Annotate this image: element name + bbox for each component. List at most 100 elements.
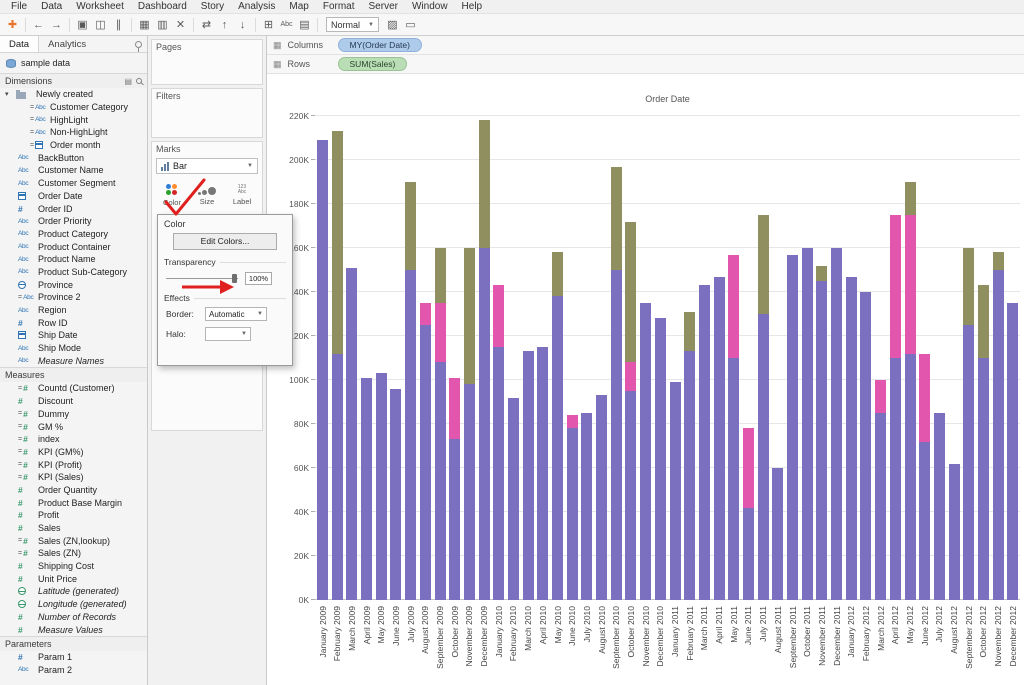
bar-segment[interactable] <box>904 182 916 215</box>
menu-format[interactable]: Format <box>316 0 362 14</box>
tab-data[interactable]: Data <box>0 36 40 52</box>
bar-segment[interactable] <box>889 215 901 358</box>
dimension-field[interactable]: ▾ Newly created <box>0 88 147 101</box>
parameter-field[interactable]: Abc Param 2 <box>0 664 147 677</box>
bar-segment[interactable] <box>919 353 931 442</box>
halo-dropdown[interactable]: ▼ <box>205 327 251 341</box>
bar-segment[interactable] <box>552 296 563 600</box>
bar-segment[interactable] <box>449 439 461 600</box>
columns-pill[interactable]: MY(Order Date) <box>337 38 422 52</box>
bar-segment[interactable] <box>933 413 945 600</box>
bar-segment[interactable] <box>919 441 931 600</box>
bar-segment[interactable] <box>816 265 828 281</box>
parameter-field[interactable]: # Param 1 <box>0 651 147 664</box>
edit-colors-button[interactable]: Edit Colors... <box>173 233 277 250</box>
dimension-field[interactable]: Abc BackButton <box>0 151 147 164</box>
rows-shelf[interactable]: ▦ Rows SUM(Sales) <box>267 55 1024 74</box>
measure-field[interactable]: Longitude (generated) <box>0 598 147 611</box>
bar-segment[interactable] <box>948 463 960 600</box>
bar-segment[interactable] <box>845 276 857 600</box>
menu-story[interactable]: Story <box>194 0 231 14</box>
data-connection[interactable]: sample data <box>0 53 147 73</box>
dimension-field[interactable]: Province <box>0 278 147 291</box>
dimension-field[interactable]: Abc Region <box>0 304 147 317</box>
tab-analytics[interactable]: Analytics <box>39 36 95 52</box>
slider-handle[interactable] <box>232 274 237 283</box>
measure-field[interactable]: # Order Quantity <box>0 484 147 497</box>
measure-field[interactable]: # Sales <box>0 522 147 535</box>
bar-segment[interactable] <box>669 382 681 600</box>
measure-field[interactable]: = # GM % <box>0 420 147 433</box>
redo-icon[interactable]: → <box>48 17 65 33</box>
bar-segment[interactable] <box>698 285 710 600</box>
bar-segment[interactable] <box>757 215 769 314</box>
sort-descending-icon[interactable]: ↓ <box>234 17 251 33</box>
filters-shelf[interactable]: Filters <box>151 88 263 138</box>
bar-segment[interactable] <box>361 377 373 600</box>
bar-segment[interactable] <box>610 166 622 270</box>
bar-segment[interactable] <box>434 248 446 303</box>
expander-icon[interactable]: ▾ <box>5 90 13 98</box>
menu-window[interactable]: Window <box>405 0 455 14</box>
measure-field[interactable]: = # KPI (GM%) <box>0 446 147 459</box>
undo-icon[interactable]: ← <box>30 17 47 33</box>
bar-segment[interactable] <box>419 303 431 325</box>
view-options-icon[interactable]: ▤ <box>124 77 132 86</box>
menu-map[interactable]: Map <box>282 0 315 14</box>
sort-ascending-icon[interactable]: ↑ <box>216 17 233 33</box>
bar-segment[interactable] <box>449 377 461 440</box>
bar-segment[interactable] <box>566 428 578 600</box>
bar-segment[interactable] <box>346 267 358 600</box>
bar-segment[interactable] <box>625 221 637 363</box>
measure-field[interactable]: = # KPI (Sales) <box>0 471 147 484</box>
bar-segment[interactable] <box>493 347 505 600</box>
dimension-field[interactable]: Order Date <box>0 190 147 203</box>
bar-segment[interactable] <box>552 252 563 297</box>
dimension-field[interactable]: # Row ID <box>0 316 147 329</box>
bar-segment[interactable] <box>742 507 754 600</box>
bar-segment[interactable] <box>816 281 828 600</box>
dimension-field[interactable]: Abc Product Container <box>0 240 147 253</box>
measure-field[interactable]: # Unit Price <box>0 572 147 585</box>
bar-segment[interactable] <box>507 397 519 600</box>
pin-icon[interactable] <box>135 40 142 52</box>
bar-segment[interactable] <box>728 254 740 358</box>
swap-icon[interactable]: ⇄ <box>198 17 215 33</box>
bar-segment[interactable] <box>640 303 652 600</box>
dimension-field[interactable]: Abc Ship Mode <box>0 342 147 355</box>
dimension-field[interactable]: = Abc Province 2 <box>0 291 147 304</box>
bar-segment[interactable] <box>566 415 578 429</box>
bar-segment[interactable] <box>963 248 975 325</box>
bar-segment[interactable] <box>889 358 901 600</box>
dimension-field[interactable]: Abc Product Category <box>0 228 147 241</box>
bar-segment[interactable] <box>331 353 343 600</box>
bar-segment[interactable] <box>493 285 505 347</box>
bar-segment[interactable] <box>801 248 813 600</box>
dimension-field[interactable]: = Abc Customer Category <box>0 101 147 114</box>
bar-segment[interactable] <box>405 270 417 600</box>
bar-segment[interactable] <box>772 468 784 600</box>
pages-shelf[interactable]: Pages <box>151 39 263 85</box>
measure-field[interactable]: # Measure Values <box>0 623 147 636</box>
bar-segment[interactable] <box>904 215 916 354</box>
menu-worksheet[interactable]: Worksheet <box>69 0 131 14</box>
group-members-icon[interactable]: ⊞ <box>260 17 277 33</box>
bar-segment[interactable] <box>831 248 843 600</box>
bar-segment[interactable] <box>860 292 872 600</box>
bar-segment[interactable] <box>904 353 916 600</box>
bar-segment[interactable] <box>963 325 975 600</box>
clear-sheet-icon[interactable]: ✕ <box>172 17 189 33</box>
size-button[interactable]: Size <box>192 180 222 211</box>
bar-segment[interactable] <box>537 347 549 600</box>
measure-field[interactable]: # Product Base Margin <box>0 496 147 509</box>
menu-data[interactable]: Data <box>34 0 69 14</box>
bar-segment[interactable] <box>463 384 475 600</box>
measure-field[interactable]: # Shipping Cost <box>0 560 147 573</box>
bar-segment[interactable] <box>581 413 593 600</box>
measure-field[interactable]: = # KPI (Profit) <box>0 458 147 471</box>
measure-field[interactable]: = # index <box>0 433 147 446</box>
dimension-field[interactable]: # Order ID <box>0 202 147 215</box>
columns-shelf[interactable]: ▦ Columns MY(Order Date) <box>267 36 1024 55</box>
bar-segment[interactable] <box>728 358 740 600</box>
duplicate-icon[interactable]: ▥ <box>154 17 171 33</box>
